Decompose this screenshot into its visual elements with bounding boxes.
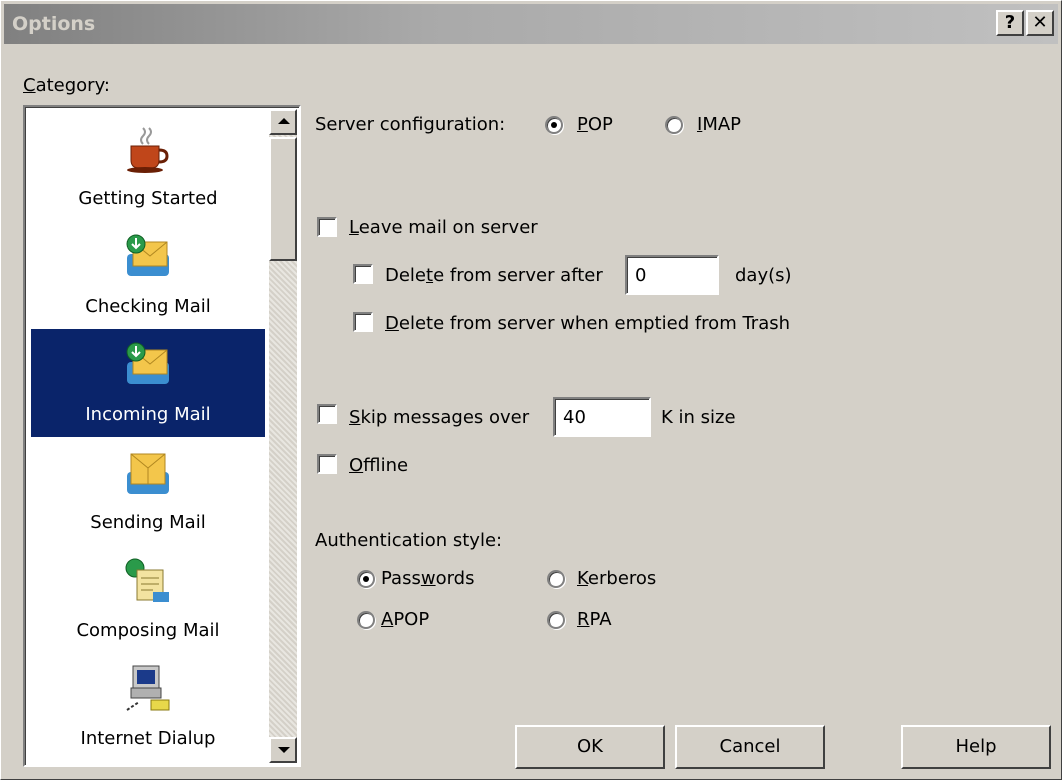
category-item-incoming-mail[interactable]: Incoming Mail — [31, 329, 265, 437]
rpa-label[interactable]: RPA — [577, 609, 612, 630]
skip-messages-label[interactable]: Skip messages over — [349, 407, 529, 428]
category-item-internet-dialup[interactable]: Internet Dialup — [31, 653, 265, 761]
kerberos-label[interactable]: Kerberos — [577, 568, 656, 589]
help-title-button[interactable]: ? — [996, 10, 1024, 36]
category-label-text: Incoming Mail — [85, 404, 211, 425]
skip-messages-checkbox[interactable] — [317, 404, 337, 424]
category-item-sending-mail[interactable]: Sending Mail — [31, 437, 265, 545]
skip-size-input[interactable]: 40 — [553, 397, 651, 437]
arrow-up-icon — [278, 118, 290, 124]
rpa-radio[interactable] — [547, 611, 565, 629]
days-unit-label: day(s) — [735, 265, 792, 286]
size-unit-label: K in size — [661, 407, 736, 428]
passwords-radio[interactable] — [357, 570, 375, 588]
offline-label[interactable]: Offline — [349, 455, 408, 476]
category-label-text: Checking Mail — [85, 296, 211, 317]
help-button[interactable]: Help — [901, 725, 1051, 769]
offline-checkbox[interactable] — [317, 454, 337, 474]
pop-radio[interactable] — [545, 116, 563, 134]
delete-trash-checkbox[interactable] — [353, 312, 373, 332]
window-title: Options — [12, 13, 96, 35]
category-label-text: Internet Dialup — [80, 728, 216, 749]
imap-radio-label[interactable]: IMAP — [697, 114, 741, 135]
category-label: Category: — [23, 75, 110, 96]
leave-mail-label[interactable]: Leave mail on server — [349, 217, 538, 238]
arrow-down-icon — [278, 747, 290, 753]
scroll-thumb[interactable] — [269, 137, 297, 261]
category-item-composing-mail[interactable]: Composing Mail — [31, 545, 265, 653]
apop-label[interactable]: APOP — [381, 609, 429, 630]
category-label-text: Getting Started — [78, 188, 218, 209]
passwords-label[interactable]: Passwords — [381, 568, 474, 589]
category-scrollbar[interactable] — [269, 109, 297, 763]
server-config-label: Server configuration: — [315, 114, 506, 135]
category-item-getting-started[interactable]: Getting Started — [31, 109, 265, 221]
delete-after-days-input[interactable]: 0 — [625, 255, 719, 295]
scroll-up-button[interactable] — [269, 109, 297, 135]
category-item-checking-mail[interactable]: Checking Mail — [31, 221, 265, 329]
category-label-text: Composing Mail — [76, 620, 220, 641]
category-listbox[interactable]: Getting Started Checking Mail Incoming M… — [23, 105, 301, 767]
options-dialog: Options ? ✕ Category: Getting Started Ch… — [0, 0, 1062, 780]
scroll-down-button[interactable] — [269, 737, 297, 763]
dialup-computer-icon — [123, 664, 173, 714]
delete-trash-label[interactable]: Delete from server when emptied from Tra… — [385, 313, 790, 334]
kerberos-radio[interactable] — [547, 570, 565, 588]
sending-mail-icon — [123, 448, 173, 498]
pop-radio-label[interactable]: POP — [577, 114, 613, 135]
incoming-mail-icon — [123, 340, 173, 390]
category-label-text: Sending Mail — [90, 512, 206, 533]
imap-radio[interactable] — [665, 116, 683, 134]
auth-style-label: Authentication style: — [315, 530, 503, 551]
delete-after-checkbox[interactable] — [353, 264, 373, 284]
cancel-button[interactable]: Cancel — [675, 725, 825, 769]
title-bar[interactable]: Options ? ✕ — [4, 4, 1058, 44]
apop-radio[interactable] — [357, 611, 375, 629]
delete-after-label[interactable]: Delete from server after — [385, 265, 621, 286]
leave-mail-checkbox[interactable] — [317, 217, 337, 237]
ok-button[interactable]: OK — [515, 725, 665, 769]
close-button[interactable]: ✕ — [1026, 10, 1054, 36]
compose-mail-icon — [123, 556, 173, 606]
mail-download-icon — [123, 232, 173, 282]
coffee-cup-icon — [123, 124, 173, 174]
